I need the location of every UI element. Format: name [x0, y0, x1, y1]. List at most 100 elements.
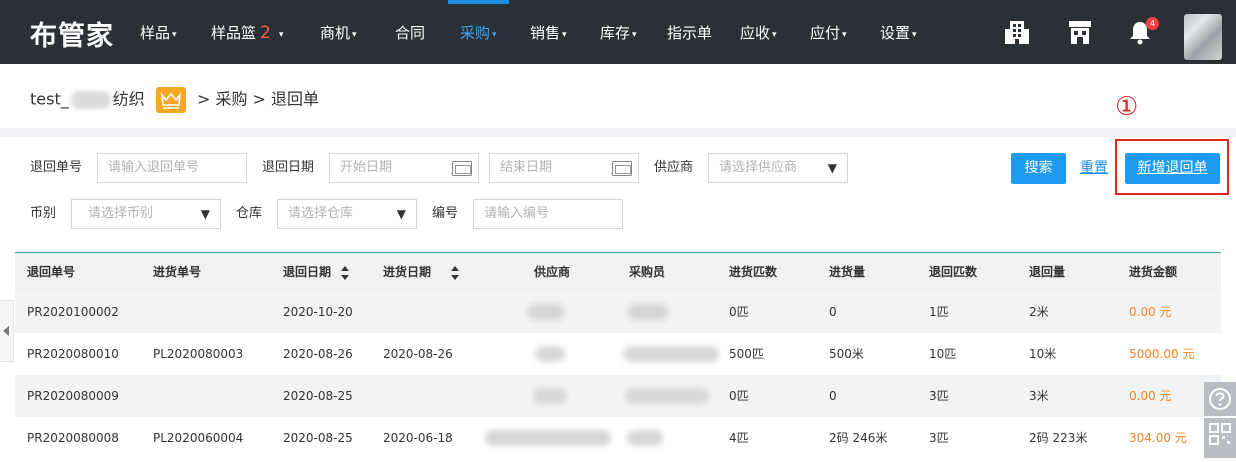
cell-return-date: 2020-08-25: [283, 431, 353, 445]
search-button[interactable]: 搜索: [1011, 153, 1066, 184]
nav-label: 库存: [600, 24, 631, 42]
redacted-supplier: [485, 430, 611, 446]
table-row[interactable]: PR2020080008 PL2020060004 2020-08-25 202…: [15, 417, 1221, 459]
sort-icon[interactable]: [451, 265, 460, 280]
return-no-label: 退回单号: [30, 160, 83, 175]
redacted-buyer: [627, 304, 669, 320]
qr-code-icon: [1209, 423, 1231, 445]
table-header: 退回单号 进货单号 退回日期 进货日期 供应商 采购员 进货匹数 进货量 退回匹…: [15, 253, 1221, 291]
cell-return-no[interactable]: PR2020100002: [27, 291, 119, 333]
reset-button[interactable]: 重置: [1080, 153, 1108, 184]
redacted-text: [70, 90, 111, 109]
table-row[interactable]: PR2020080009 2020-08-25 0匹 0 3匹 3米 0.00 …: [15, 375, 1221, 417]
sort-icon[interactable]: [341, 265, 350, 280]
avatar[interactable]: [1184, 14, 1222, 60]
redacted-supplier: [527, 304, 565, 320]
breadcrumb-section[interactable]: 采购: [215, 90, 247, 109]
currency-select[interactable]: 请选择币别 ▼: [71, 199, 221, 229]
cell-return-qty: 10米: [1029, 347, 1057, 361]
help-widget[interactable]: [1204, 382, 1236, 416]
cell-receipt-qty: 0: [829, 389, 837, 403]
qr-widget[interactable]: [1204, 418, 1236, 458]
redacted-supplier: [535, 346, 565, 362]
dropdown-arrow-icon: ▼: [396, 207, 406, 221]
column-header-sortable[interactable]: 进货日期: [383, 253, 460, 291]
nav-item-receivables[interactable]: 应收 ▾: [740, 0, 777, 64]
column-header: 退回匹数: [929, 265, 978, 279]
caret-down-icon: ▾: [352, 30, 357, 40]
company-name-prefix: test_: [30, 89, 69, 109]
nav-label: 样品篮: [211, 24, 257, 42]
cell-amount: 5000.00 元: [1129, 347, 1195, 361]
cell-return-no[interactable]: PR2020080010: [27, 333, 119, 375]
return-date-label: 退回日期: [262, 160, 315, 175]
table-row[interactable]: PR2020100002 2020-10-20 0匹 0 1匹 2米 0.00 …: [15, 291, 1221, 333]
cell-return-date: 2020-08-26: [283, 347, 353, 361]
cell-return-date: 2020-10-20: [283, 305, 353, 319]
cell-receipt-pieces: 0匹: [729, 305, 749, 319]
column-header: 采购员: [629, 265, 666, 279]
currency-label: 币别: [30, 206, 57, 221]
start-date-input[interactable]: 开始日期: [329, 153, 479, 183]
nav-item-sales[interactable]: 销售 ▾: [530, 0, 567, 64]
code-label: 编号: [432, 206, 459, 221]
nav-label: 合同: [395, 24, 426, 42]
collapse-sidebar-handle[interactable]: [0, 300, 14, 362]
calendar-icon[interactable]: [612, 161, 632, 176]
redacted-buyer: [625, 388, 709, 404]
nav-item-contracts[interactable]: 合同: [395, 0, 425, 64]
nav-item-opportunities[interactable]: 商机 ▾: [320, 0, 357, 64]
return-no-input[interactable]: 请输入退回单号: [97, 153, 247, 183]
supplier-select[interactable]: 请选择供应商 ▼: [708, 153, 848, 183]
cell-return-no[interactable]: PR2020080009: [27, 375, 119, 417]
nav-item-instructions[interactable]: 指示单: [667, 0, 712, 64]
nav-item-purchasing[interactable]: 采购 ▾: [448, 0, 508, 64]
redacted-buyer: [623, 346, 719, 362]
add-return-order-button[interactable]: 新增退回单: [1125, 153, 1220, 184]
column-header: 进货金额: [1129, 265, 1178, 279]
code-input[interactable]: 请输入编号: [473, 199, 623, 229]
supplier-placeholder: 请选择供应商: [719, 160, 798, 175]
cell-return-pieces: 10匹: [929, 347, 957, 361]
breadcrumb: test_ 纺织 > 采购 > 退回单: [30, 86, 320, 113]
top-nav-bar: 布管家 样品 ▾ 样品篮 2 ▾ 商机 ▾ 合同 采购 ▾ 销售 ▾ 库存 ▾ 指示单 应收 ▾…: [0, 0, 1236, 64]
cell-return-no[interactable]: PR2020080008: [27, 417, 119, 459]
company-name-suffix: 纺织: [112, 89, 145, 109]
cell-return-qty: 3米: [1029, 389, 1049, 403]
nav-item-sample-basket[interactable]: 样品篮 2 ▾: [211, 0, 283, 64]
caret-down-icon: ▾: [492, 30, 497, 40]
calendar-icon[interactable]: [452, 161, 472, 176]
column-header-label: 退回日期: [283, 265, 332, 279]
currency-placeholder: 请选择币别: [88, 206, 154, 221]
nav-label: 商机: [320, 24, 351, 42]
caret-down-icon: ▾: [772, 30, 777, 40]
nav-item-payables[interactable]: 应付 ▾: [810, 0, 847, 64]
cell-receipt-date: 2020-06-18: [383, 431, 453, 445]
end-date-placeholder: 结束日期: [500, 160, 553, 175]
cell-return-pieces: 3匹: [929, 389, 949, 403]
building-icon[interactable]: [1003, 18, 1031, 46]
nav-item-samples[interactable]: 样品 ▾: [140, 0, 177, 64]
nav-item-inventory[interactable]: 库存 ▾: [600, 0, 637, 64]
store-icon[interactable]: [1066, 18, 1094, 46]
basket-count: 2: [260, 23, 271, 43]
breadcrumb-page: 退回单: [271, 89, 320, 109]
cell-receipt-pieces: 0匹: [729, 389, 749, 403]
section-divider: [0, 128, 1236, 137]
cell-receipt-pieces: 4匹: [729, 431, 749, 445]
cell-receipt-qty: 0: [829, 305, 837, 319]
dropdown-arrow-icon: ▼: [200, 207, 210, 221]
nav-item-settings[interactable]: 设置 ▾: [880, 0, 917, 64]
cell-receipt-qty: 2码 246米: [829, 431, 888, 445]
table-row[interactable]: PR2020080010 PL2020080003 2020-08-26 202…: [15, 333, 1221, 375]
column-header: 供应商: [534, 265, 571, 279]
warehouse-select[interactable]: 请选择仓库 ▼: [277, 199, 417, 229]
end-date-input[interactable]: 结束日期: [489, 153, 639, 183]
notification-badge: 4: [1146, 17, 1159, 30]
column-header: 进货匹数: [729, 265, 778, 279]
column-header-sortable[interactable]: 退回日期: [283, 253, 350, 291]
breadcrumb-separator: >: [196, 89, 211, 109]
nav-label: 应付: [810, 24, 841, 42]
cell-receipt-no: PL2020080003: [153, 347, 244, 361]
brand-logo[interactable]: 布管家: [30, 14, 114, 53]
